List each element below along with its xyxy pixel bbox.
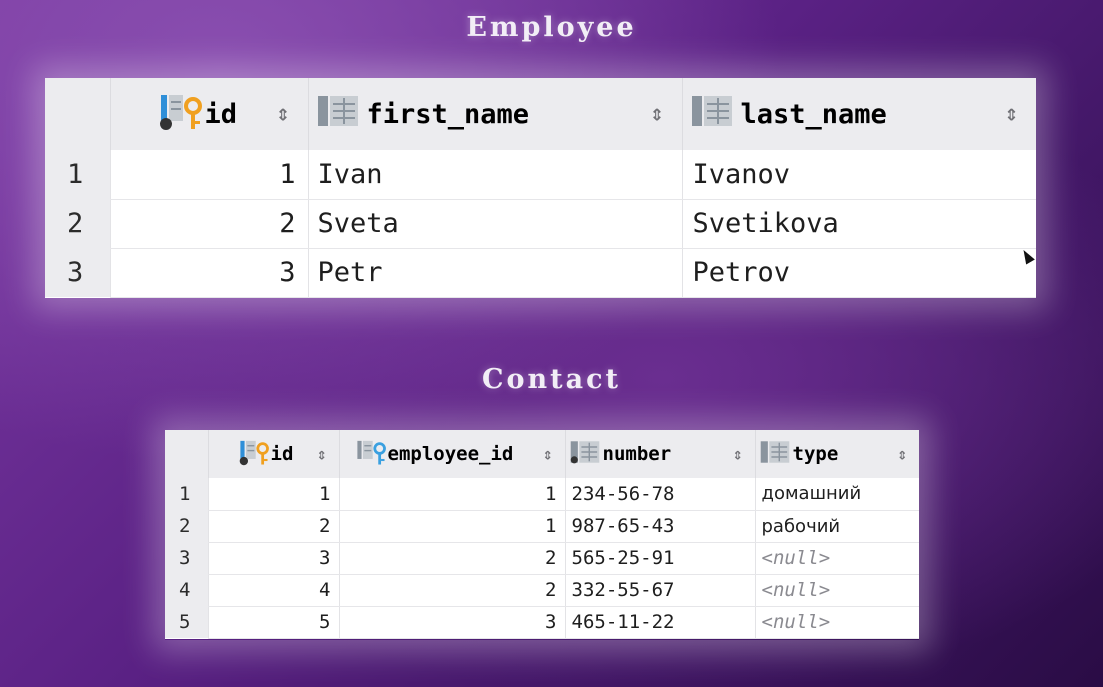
- contact-table: id ⇕ employee_id ⇕ number ⇕ type ⇕ 1 1 1…: [165, 430, 919, 640]
- contact-title: Contact: [481, 364, 621, 395]
- table-row[interactable]: 2 2 Sveta Svetikova: [45, 199, 1036, 249]
- table-row[interactable]: 1 1 Ivan Ivanov: [45, 150, 1036, 200]
- cell-number[interactable]: 465-11-22: [564, 606, 755, 639]
- sort-icon[interactable]: ⇕: [1005, 102, 1018, 127]
- cell-last-name[interactable]: Petrov: [681, 248, 1036, 298]
- column-header-last-name[interactable]: last_name ⇕: [681, 78, 1036, 150]
- cell-employee-id[interactable]: 2: [338, 542, 565, 575]
- cell-last-name[interactable]: Ivanov: [681, 150, 1036, 200]
- cell-type[interactable]: домашний: [754, 478, 919, 511]
- table-row[interactable]: 3 3 2 565-25-91 <null>: [165, 542, 919, 575]
- employee-header-row: id ⇕ first_name ⇕ last_name ⇕: [45, 78, 1036, 150]
- row-number: 2: [165, 510, 208, 542]
- table-row[interactable]: 4 4 2 332-55-67 <null>: [165, 574, 919, 607]
- column-icon: [760, 439, 790, 470]
- table-row[interactable]: 5 5 3 465-11-22 <null>: [165, 606, 919, 639]
- cell-employee-id[interactable]: 3: [338, 606, 565, 639]
- sort-icon[interactable]: ⇕: [276, 102, 289, 127]
- cell-employee-id[interactable]: 2: [338, 574, 565, 607]
- employee-table: id ⇕ first_name ⇕ last_name ⇕ 1 1 Ivan I…: [45, 78, 1036, 298]
- column-name: last_name: [740, 98, 887, 130]
- row-number: 3: [165, 542, 208, 574]
- column-name: id: [270, 443, 294, 465]
- sort-icon[interactable]: ⇕: [733, 445, 743, 464]
- table-row[interactable]: 3 3 Petr Petrov: [45, 248, 1036, 298]
- cell-number[interactable]: 332-55-67: [564, 574, 755, 607]
- column-header-first-name[interactable]: first_name ⇕: [307, 78, 682, 150]
- column-header-type[interactable]: type ⇕: [754, 430, 919, 478]
- cell-type[interactable]: <null>: [754, 542, 919, 575]
- cell-first-name[interactable]: Ivan: [307, 150, 682, 200]
- cell-last-name[interactable]: Svetikova: [681, 199, 1036, 249]
- cell-id[interactable]: 2: [109, 199, 308, 249]
- column-name: id: [204, 98, 238, 130]
- cell-type[interactable]: рабочий: [754, 510, 919, 543]
- column-name: type: [792, 443, 839, 465]
- cell-id[interactable]: 3: [207, 542, 339, 575]
- row-number: 4: [165, 574, 208, 606]
- column-icon: [317, 94, 359, 135]
- employee-title: Employee: [466, 12, 637, 43]
- table-row[interactable]: 1 1 1 234-56-78 домашний: [165, 478, 919, 511]
- corner-cell: [45, 78, 110, 150]
- cell-type[interactable]: <null>: [754, 606, 919, 639]
- column-header-number[interactable]: number ⇕: [564, 430, 755, 478]
- column-header-id[interactable]: id ⇕: [109, 78, 308, 150]
- cell-first-name[interactable]: Sveta: [307, 199, 682, 249]
- row-number: 1: [165, 478, 208, 510]
- cell-id[interactable]: 4: [207, 574, 339, 607]
- row-number: 2: [45, 199, 110, 248]
- cell-id[interactable]: 1: [207, 478, 339, 511]
- primary-key-icon: [159, 91, 205, 138]
- contact-header-row: id ⇕ employee_id ⇕ number ⇕ type ⇕: [165, 430, 919, 478]
- sort-icon[interactable]: ⇕: [317, 445, 327, 464]
- cell-employee-id[interactable]: 1: [338, 510, 565, 543]
- row-number: 5: [165, 606, 208, 638]
- row-number: 3: [45, 248, 110, 297]
- cell-id[interactable]: 1: [109, 150, 308, 200]
- cell-number[interactable]: 565-25-91: [564, 542, 755, 575]
- corner-cell: [165, 430, 208, 478]
- foreign-key-icon: [356, 438, 388, 471]
- column-name: number: [602, 443, 672, 465]
- column-icon: [570, 439, 600, 470]
- cell-employee-id[interactable]: 1: [338, 478, 565, 511]
- sort-icon[interactable]: ⇕: [650, 102, 663, 127]
- cell-id[interactable]: 5: [207, 606, 339, 639]
- cell-number[interactable]: 234-56-78: [564, 478, 755, 511]
- sort-icon[interactable]: ⇕: [897, 445, 907, 464]
- cell-id[interactable]: 2: [207, 510, 339, 543]
- cell-type[interactable]: <null>: [754, 574, 919, 607]
- column-header-id[interactable]: id ⇕: [207, 430, 339, 478]
- column-name: first_name: [366, 98, 530, 130]
- column-name: employee_id: [387, 443, 514, 465]
- primary-key-icon: [239, 438, 271, 471]
- cell-number[interactable]: 987-65-43: [564, 510, 755, 543]
- cell-id[interactable]: 3: [109, 248, 308, 298]
- row-number: 1: [45, 150, 110, 199]
- column-header-employee-id[interactable]: employee_id ⇕: [338, 430, 565, 478]
- sort-icon[interactable]: ⇕: [543, 445, 553, 464]
- cell-first-name[interactable]: Petr: [307, 248, 682, 298]
- column-icon: [691, 94, 733, 135]
- table-row[interactable]: 2 2 1 987-65-43 рабочий: [165, 510, 919, 543]
